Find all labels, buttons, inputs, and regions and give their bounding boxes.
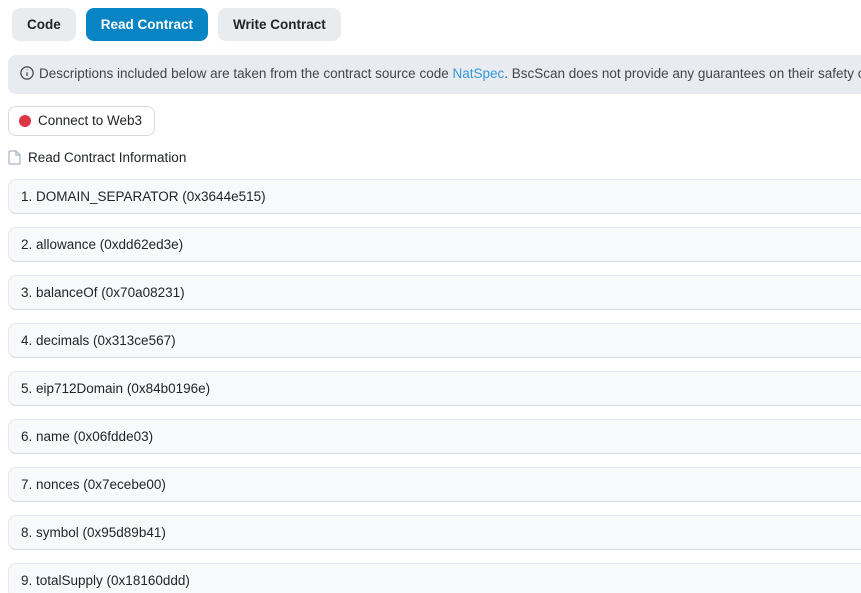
info-circle-icon <box>20 66 34 84</box>
function-label: 9. totalSupply (0x18160ddd) <box>21 573 190 588</box>
banner-text-before: Descriptions included below are taken fr… <box>39 66 449 81</box>
connect-to-web3-label: Connect to Web3 <box>38 113 143 128</box>
contract-page: Code Read Contract Write Contract Descri… <box>0 0 861 593</box>
function-label: 6. name (0x06fdde03) <box>21 429 154 444</box>
accordion-item-header[interactable]: 3. balanceOf (0x70a08231) <box>9 276 861 309</box>
function-label: 2. allowance (0xdd62ed3e) <box>21 237 184 252</box>
tab-code[interactable]: Code <box>12 8 76 41</box>
banner-text-after: . BscScan does not provide any guarantee… <box>504 66 861 81</box>
accordion-item[interactable]: 9. totalSupply (0x18160ddd) <box>8 563 861 593</box>
accordion-item-header[interactable]: 4. decimals (0x313ce567) <box>9 324 861 357</box>
file-icon <box>8 150 21 165</box>
accordion-item[interactable]: 1. DOMAIN_SEPARATOR (0x3644e515) <box>8 179 861 214</box>
red-status-dot-icon <box>19 114 31 127</box>
function-label: 4. decimals (0x313ce567) <box>21 333 176 348</box>
accordion-item[interactable]: 4. decimals (0x313ce567) <box>8 323 861 358</box>
connect-to-web3-button[interactable]: Connect to Web3 <box>8 106 156 136</box>
accordion-item-header[interactable]: 8. symbol (0x95d89b41) <box>9 516 861 549</box>
function-label: 5. eip712Domain (0x84b0196e) <box>21 381 211 396</box>
accordion-item[interactable]: 3. balanceOf (0x70a08231) <box>8 275 861 310</box>
accordion-item-header[interactable]: 1. DOMAIN_SEPARATOR (0x3644e515) <box>9 180 861 213</box>
accordion-item[interactable]: 5. eip712Domain (0x84b0196e) <box>8 371 861 406</box>
accordion-item-header[interactable]: 7. nonces (0x7ecebe00) <box>9 468 861 501</box>
accordion-item[interactable]: 8. symbol (0x95d89b41) <box>8 515 861 550</box>
natspec-disclaimer-banner: Descriptions included below are taken fr… <box>8 55 861 94</box>
accordion-item[interactable]: 6. name (0x06fdde03) <box>8 419 861 454</box>
accordion-item[interactable]: 7. nonces (0x7ecebe00) <box>8 467 861 502</box>
accordion-item-header[interactable]: 2. allowance (0xdd62ed3e) <box>9 228 861 261</box>
function-label: 8. symbol (0x95d89b41) <box>21 525 166 540</box>
accordion-item-header[interactable]: 6. name (0x06fdde03) <box>9 420 861 453</box>
tab-write-contract[interactable]: Write Contract <box>218 8 341 41</box>
function-label: 1. DOMAIN_SEPARATOR (0x3644e515) <box>21 189 266 204</box>
functions-accordion: 1. DOMAIN_SEPARATOR (0x3644e515) 2. allo… <box>8 179 861 593</box>
section-title-label: Read Contract Information <box>28 150 187 165</box>
read-contract-info-heading: Read Contract Information <box>8 150 861 165</box>
function-label: 3. balanceOf (0x70a08231) <box>21 285 185 300</box>
tab-read-contract[interactable]: Read Contract <box>85 8 209 41</box>
function-label: 7. nonces (0x7ecebe00) <box>21 477 166 492</box>
accordion-item-header[interactable]: 5. eip712Domain (0x84b0196e) <box>9 372 861 405</box>
contract-tabs: Code Read Contract Write Contract <box>12 8 861 41</box>
accordion-item[interactable]: 2. allowance (0xdd62ed3e) <box>8 227 861 262</box>
natspec-link[interactable]: NatSpec <box>452 66 504 81</box>
accordion-item-header[interactable]: 9. totalSupply (0x18160ddd) <box>9 564 861 593</box>
